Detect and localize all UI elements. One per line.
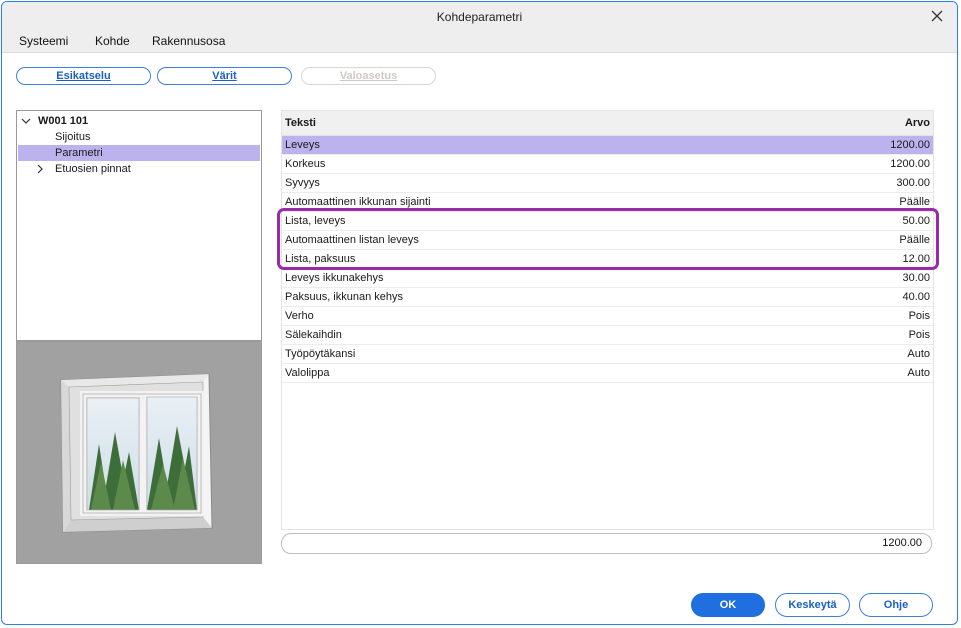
tree-item-etuosien-pinnat[interactable]: Etuosien pinnat — [18, 161, 260, 177]
row-value: Pois — [908, 329, 930, 341]
parameter-table: Teksti Arvo Leveys 1200.00 Korkeus 1200.00 S… — [281, 110, 934, 530]
value-input[interactable]: 1200.00 — [281, 533, 932, 554]
menu-rakennusosa[interactable]: Rakennusosa — [152, 34, 225, 48]
row-text: Leveys — [285, 139, 320, 151]
table-row[interactable]: Lista, paksuus 12.00 — [282, 250, 933, 269]
row-text: Leveys ikkunakehys — [285, 272, 384, 284]
table-row[interactable]: Automaattinen ikkunan sijainti Päälle — [282, 193, 933, 212]
tree-item-label: Etuosien pinnat — [55, 163, 131, 175]
tree-item-label: Parametri — [55, 147, 103, 159]
row-value: Auto — [907, 348, 930, 360]
lighting-button[interactable]: Valoasetus — [301, 67, 436, 85]
row-value: Päälle — [899, 234, 930, 246]
row-value: 50.00 — [902, 215, 930, 227]
preview-button[interactable]: Esikatselu — [16, 67, 151, 85]
row-text: Verho — [285, 310, 314, 322]
close-icon[interactable] — [927, 6, 947, 26]
column-header-value[interactable]: Arvo — [905, 117, 930, 129]
ok-button[interactable]: OK — [691, 593, 765, 617]
tree-item-label: Sijoitus — [55, 131, 91, 143]
tree-root-label: W001 101 — [38, 115, 89, 127]
table-row[interactable]: Korkeus 1200.00 — [282, 155, 933, 174]
chevron-down-icon[interactable] — [20, 115, 32, 127]
table-row[interactable]: Verho Pois — [282, 307, 933, 326]
object-tree: W001 101 Sijoitus Parametri Etuosien pin… — [16, 110, 262, 341]
row-value: 40.00 — [902, 291, 930, 303]
dialog-window: Kohdeparametri Systeemi Kohde Rakennusos… — [1, 1, 958, 625]
help-button[interactable]: Ohje — [859, 593, 933, 617]
row-text: Paksuus, ikkunan kehys — [285, 291, 404, 303]
row-text: Lista, paksuus — [285, 253, 356, 265]
tree-item-parametri[interactable]: Parametri — [18, 145, 260, 161]
menu-kohde[interactable]: Kohde — [95, 34, 130, 48]
table-row[interactable]: Syvyys 300.00 — [282, 174, 933, 193]
row-text: Automaattinen ikkunan sijainti — [285, 196, 431, 208]
table-row[interactable]: Automaattinen listan leveys Päälle — [282, 231, 933, 250]
row-value: 300.00 — [896, 177, 930, 189]
row-text: Sälekaihdin — [285, 329, 342, 341]
row-text: Työpöytäkansi — [285, 348, 356, 360]
window-preview-image — [16, 341, 262, 564]
row-text: Syvyys — [285, 177, 320, 189]
row-value: 1200.00 — [890, 158, 930, 170]
row-value: Pois — [908, 310, 930, 322]
table-row[interactable]: Sälekaihdin Pois — [282, 326, 933, 345]
title-bar: Kohdeparametri — [2, 2, 957, 32]
table-header: Teksti Arvo — [282, 111, 933, 136]
table-row[interactable]: Paksuus, ikkunan kehys 40.00 — [282, 288, 933, 307]
row-text: Korkeus — [285, 158, 326, 170]
row-text: Automaattinen listan leveys — [285, 234, 419, 246]
row-value: 30.00 — [902, 272, 930, 284]
chevron-right-icon[interactable] — [34, 163, 46, 175]
column-header-text[interactable]: Teksti — [285, 117, 316, 129]
row-value: 12.00 — [902, 253, 930, 265]
table-row[interactable]: Työpöytäkansi Auto — [282, 345, 933, 364]
row-text: Lista, leveys — [285, 215, 346, 227]
window-title: Kohdeparametri — [436, 10, 523, 24]
row-value: Auto — [907, 367, 930, 379]
table-row[interactable]: Lista, leveys 50.00 — [282, 212, 933, 231]
table-row[interactable]: Leveys ikkunakehys 30.00 — [282, 269, 933, 288]
cancel-button[interactable]: Keskeytä — [775, 593, 850, 617]
table-row[interactable]: Leveys 1200.00 — [282, 136, 933, 155]
menu-bar: Systeemi Kohde Rakennusosa — [2, 32, 957, 53]
row-text: Valolippa — [285, 367, 330, 379]
row-value: 1200.00 — [890, 139, 930, 151]
row-value: Päälle — [899, 196, 930, 208]
colors-button[interactable]: Värit — [157, 67, 292, 85]
menu-systeemi[interactable]: Systeemi — [19, 34, 68, 48]
tree-item-sijoitus[interactable]: Sijoitus — [18, 129, 260, 145]
table-row[interactable]: Valolippa Auto — [282, 364, 933, 383]
tree-item-root[interactable]: W001 101 — [18, 113, 260, 129]
